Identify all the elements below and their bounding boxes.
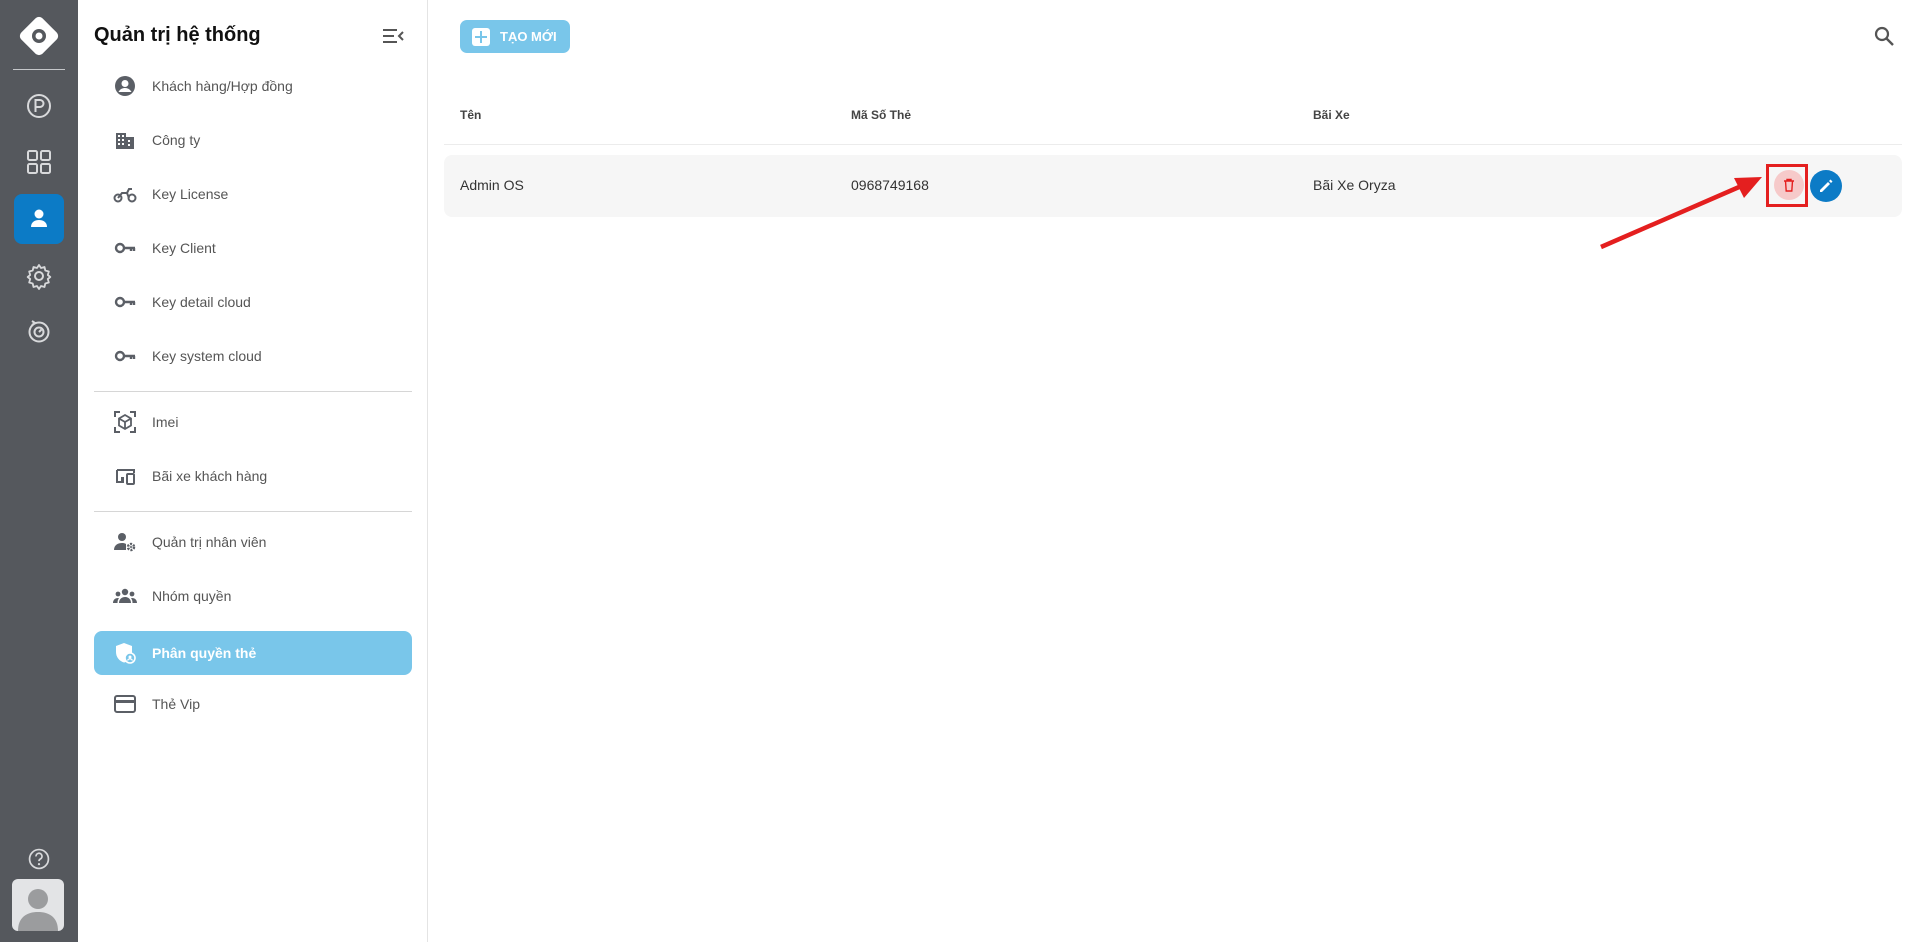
rail-parking-button[interactable] xyxy=(14,81,64,131)
column-header-parking-lot[interactable]: Bãi Xe xyxy=(1313,108,1350,122)
sidebar-item-label: Key system cloud xyxy=(152,348,262,364)
sidebar-title: Quản trị hệ thống xyxy=(94,24,261,46)
create-new-label: TẠO MỚI xyxy=(500,29,557,44)
cell-parking-lot: Bãi Xe Oryza xyxy=(1313,177,1396,193)
sidebar-item-key-detail-cloud[interactable]: Key detail cloud xyxy=(94,280,412,324)
scan-cube-icon xyxy=(112,409,138,435)
rail-settings-button[interactable] xyxy=(14,251,64,301)
sidebar-item-key-client[interactable]: Key Client xyxy=(94,226,412,270)
building-icon xyxy=(112,127,138,153)
app-rail xyxy=(0,0,78,942)
devices-icon xyxy=(112,463,138,489)
sidebar-item-vip-card[interactable]: Thẻ Vip xyxy=(94,682,412,726)
sidebar-item-key-license[interactable]: Key License xyxy=(94,172,412,216)
rail-user-button[interactable] xyxy=(14,194,64,244)
parking-icon xyxy=(27,94,51,118)
avatar[interactable] xyxy=(12,879,64,931)
credit-card-icon xyxy=(112,691,138,717)
cell-card-number: 0968749168 xyxy=(851,177,929,193)
pencil-icon xyxy=(1820,179,1833,192)
sidebar-item-label: Phân quyền thẻ xyxy=(152,645,257,661)
cell-name: Admin OS xyxy=(460,177,524,193)
avatar-placeholder-icon xyxy=(18,889,58,931)
account-circle-icon xyxy=(112,73,138,99)
sidebar-item-label: Nhóm quyền xyxy=(152,588,232,604)
sidebar-item-company[interactable]: Công ty xyxy=(94,118,412,162)
sidebar-item-permission-groups[interactable]: Nhóm quyền xyxy=(94,574,412,618)
collapse-menu-icon[interactable] xyxy=(380,24,406,48)
rail-grid-button[interactable] xyxy=(14,137,64,187)
rail-help-button[interactable] xyxy=(14,834,64,884)
shield-user-icon xyxy=(112,640,138,666)
sidebar-item-imei[interactable]: Imei xyxy=(94,400,412,444)
highlight-annotation-box xyxy=(1766,164,1808,207)
user-gear-icon xyxy=(112,529,138,555)
grid-icon xyxy=(27,150,51,174)
column-header-card-number[interactable]: Mã Số Thẻ xyxy=(851,108,911,122)
motorbike-icon xyxy=(112,181,138,207)
sidebar-item-label: Imei xyxy=(152,414,179,430)
sidebar-item-customers[interactable]: Khách hàng/Hợp đồng xyxy=(94,64,412,108)
table-header-divider xyxy=(444,144,1902,145)
sidebar-item-label: Key License xyxy=(152,186,229,202)
sidebar-item-card-permission[interactable]: Phân quyền thẻ xyxy=(94,631,412,675)
main-content: TẠO MỚI Tên Mã Số Thẻ Bãi Xe Admin OS 09… xyxy=(428,0,1917,942)
sidebar-item-customer-parking[interactable]: Bãi xe khách hàng xyxy=(94,454,412,498)
group-icon xyxy=(112,583,138,609)
sidebar-item-label: Bãi xe khách hàng xyxy=(152,468,268,484)
history-icon xyxy=(28,320,50,343)
create-new-button[interactable]: TẠO MỚI xyxy=(460,20,570,53)
key-icon xyxy=(112,235,138,261)
help-icon xyxy=(28,848,50,870)
user-icon xyxy=(31,209,47,227)
rail-history-button[interactable] xyxy=(14,306,64,356)
sidebar-item-label: Key detail cloud xyxy=(152,294,251,310)
column-header-name[interactable]: Tên xyxy=(460,108,481,122)
sidebar-item-label: Key Client xyxy=(152,240,216,256)
search-icon[interactable] xyxy=(1872,24,1896,48)
sidebar-item-label: Thẻ Vip xyxy=(152,696,200,712)
arrow-annotation-icon xyxy=(1600,177,1762,250)
sidebar-divider xyxy=(94,511,412,512)
rail-divider xyxy=(13,69,65,70)
plus-icon xyxy=(472,27,490,46)
edit-button[interactable] xyxy=(1810,170,1842,202)
gear-icon xyxy=(26,264,52,290)
sidebar-item-key-system-cloud[interactable]: Key system cloud xyxy=(94,334,412,378)
sidebar-divider xyxy=(94,391,412,392)
sidebar: Quản trị hệ thống Khách hàng/Hợp đồng Cô… xyxy=(78,0,428,942)
key-icon xyxy=(112,343,138,369)
key-icon xyxy=(112,289,138,315)
sidebar-item-staff-admin[interactable]: Quản trị nhân viên xyxy=(94,520,412,564)
sidebar-item-label: Khách hàng/Hợp đồng xyxy=(152,78,293,94)
sidebar-item-label: Công ty xyxy=(152,132,201,148)
app-logo[interactable] xyxy=(17,14,61,58)
sidebar-item-label: Quản trị nhân viên xyxy=(152,534,267,550)
